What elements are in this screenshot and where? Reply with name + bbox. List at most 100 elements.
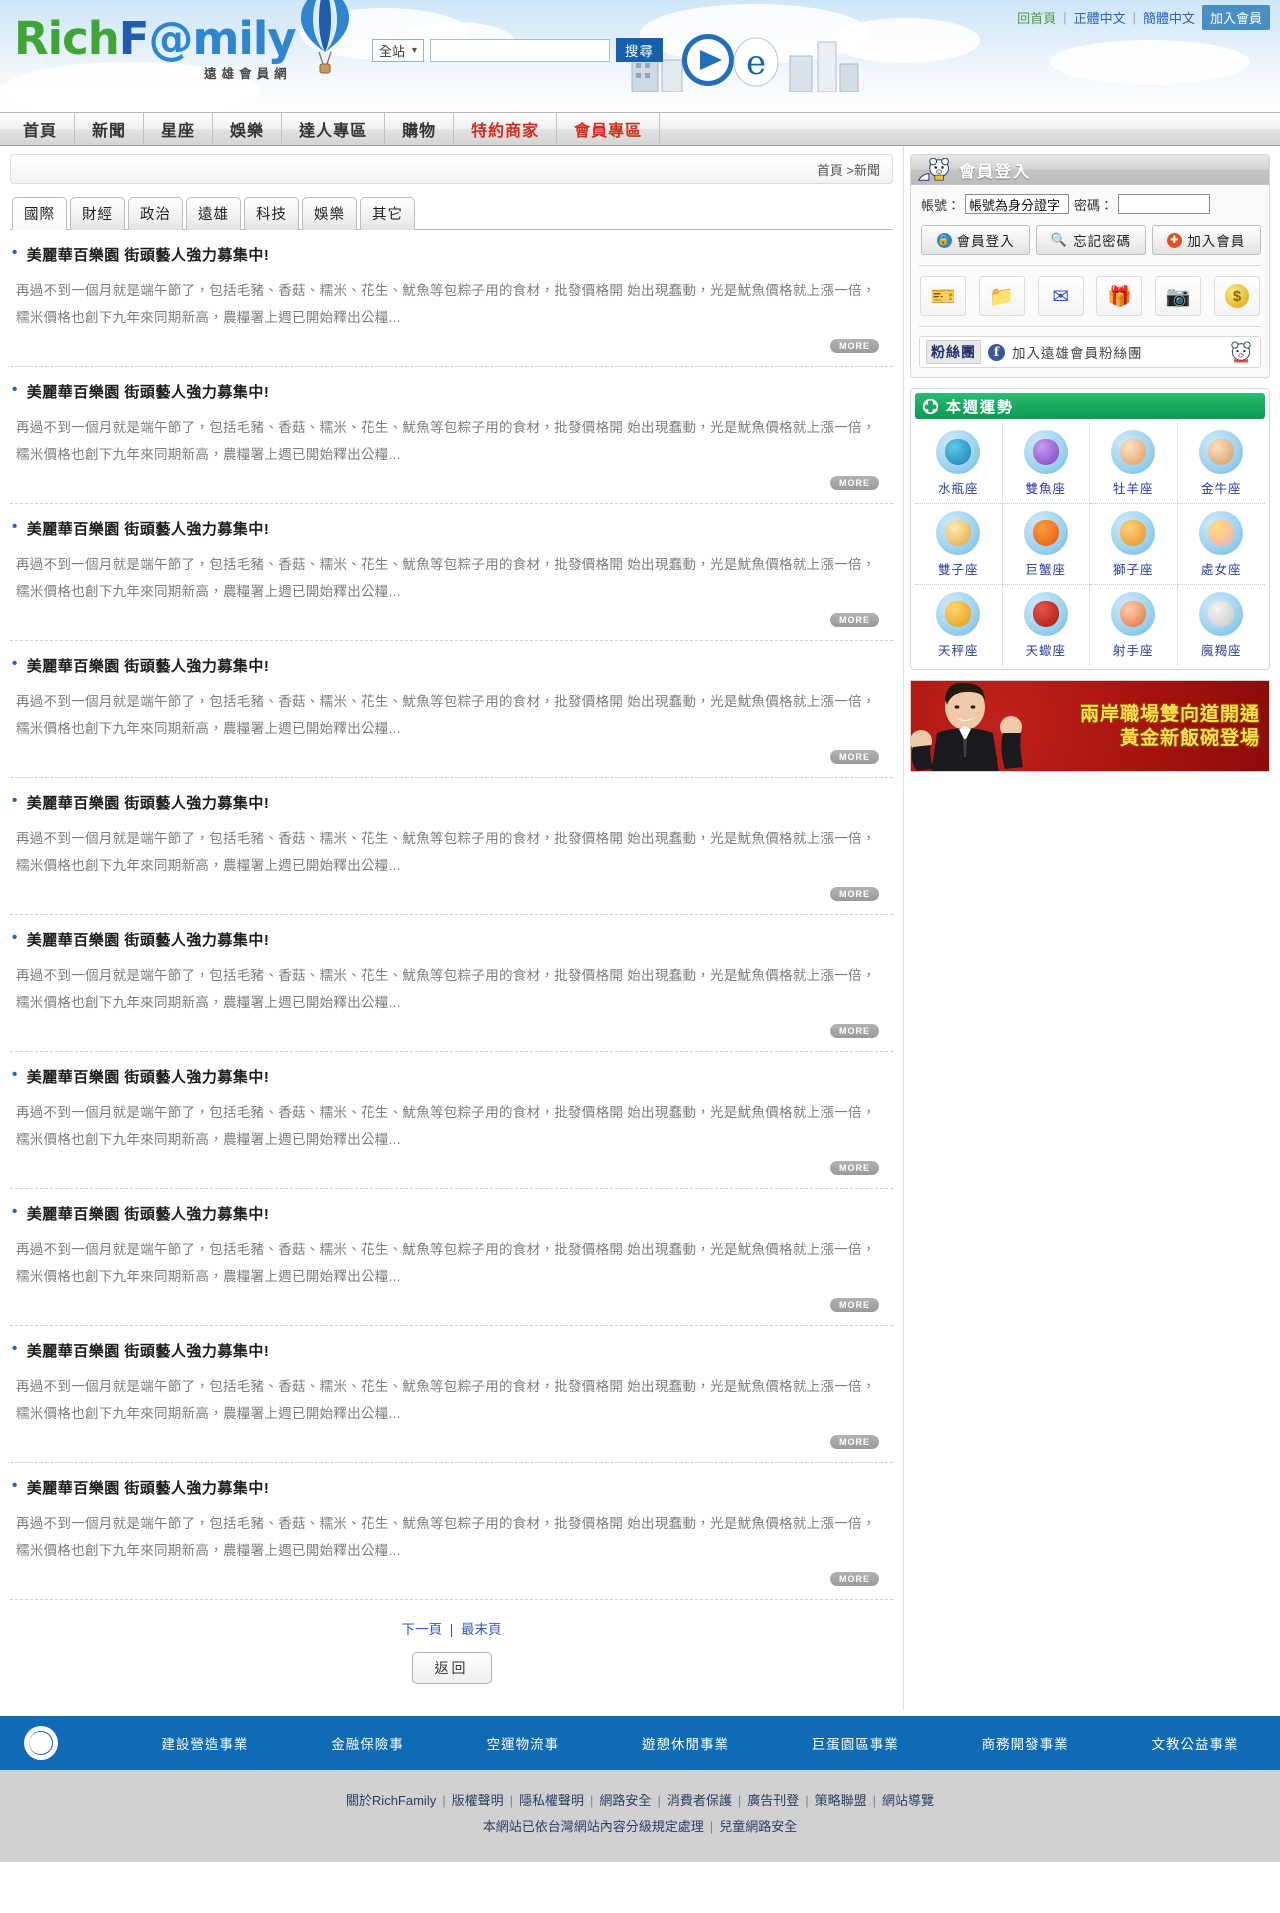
footer-link-3[interactable]: 隱私權聲明	[519, 1793, 584, 1808]
footer-link-5[interactable]: 消費者保護	[667, 1793, 732, 1808]
nav-item-7[interactable]: 特約商家	[454, 113, 558, 145]
tab-5[interactable]: 科技	[244, 197, 299, 230]
news-summary: 再過不到一個月就是端午節了，包括毛豬、香菇、糯米、花生、魷魚等包粽子用的食材，批…	[16, 831, 876, 873]
footer-link-1[interactable]: 關於RichFamily	[346, 1793, 436, 1808]
news-title-link[interactable]: • 美麗華百樂園 街頭藝人強力募集中!	[12, 929, 893, 950]
more-button[interactable]: MORE	[830, 1572, 879, 1586]
coin-icon[interactable]: $	[1213, 276, 1260, 316]
nav-item-3[interactable]: 星座	[144, 113, 214, 145]
horoscope-aquarius[interactable]: 水瓶座	[915, 423, 1003, 504]
horoscope-scorpio[interactable]: 天蠍座	[1003, 585, 1090, 665]
footer-nav-item-5[interactable]: 巨蛋園區事業	[771, 1733, 940, 1753]
envelope-icon[interactable]: ✉	[1037, 276, 1084, 316]
footer-nav-item-2[interactable]: 金融保險事	[290, 1733, 445, 1753]
search-input[interactable]	[429, 38, 610, 62]
bullet-icon: •	[12, 1340, 18, 1357]
chevron-down-icon: ▼	[410, 45, 419, 55]
footer-nav-item-3[interactable]: 空運物流事	[446, 1733, 601, 1753]
camera-icon[interactable]: 📷	[1155, 276, 1202, 316]
aries-icon-shape	[1120, 439, 1147, 465]
search-button[interactable]: 搜尋	[615, 38, 663, 62]
search-scope-select[interactable]: 全站 ▼	[372, 38, 424, 62]
footer-link-8[interactable]: 網站導覽	[882, 1793, 934, 1808]
nav-item-5[interactable]: 達人專區	[282, 113, 386, 145]
news-title-link[interactable]: • 美麗華百樂園 街頭藝人強力募集中!	[12, 655, 893, 676]
news-title-link[interactable]: • 美麗華百樂園 街頭藝人強力募集中!	[12, 792, 893, 813]
footer-nav-item-1[interactable]: 建設營造事業	[120, 1733, 289, 1753]
horoscope-gemini[interactable]: 雙子座	[915, 504, 1003, 585]
nav-item-4[interactable]: 娛樂	[213, 113, 283, 145]
footer-notice-link-1[interactable]: 本網站已依台灣網站內容分級規定處理	[483, 1819, 704, 1834]
account-input[interactable]	[965, 194, 1070, 214]
more-button[interactable]: MORE	[830, 339, 879, 353]
gift-icon[interactable]: 🎁	[1096, 276, 1143, 316]
site-logo[interactable]: RichF@mily 遠雄會員網	[14, 16, 297, 82]
more-button[interactable]: MORE	[830, 476, 879, 490]
news-title-text: 美麗華百樂園 街頭藝人強力募集中!	[26, 1206, 270, 1223]
join-member-button[interactable]: 加入會員	[1201, 5, 1270, 30]
horoscope-sagittarius[interactable]: 射手座	[1090, 585, 1178, 665]
horoscope-aries[interactable]: 牡羊座	[1090, 423, 1178, 504]
footer-nav-item-7[interactable]: 文教公益事業	[1110, 1733, 1279, 1753]
ad-banner[interactable]: 兩岸職場雙向道開通 黃金新飯碗登場	[910, 680, 1270, 772]
scorpio-icon	[1023, 592, 1068, 636]
news-title-link[interactable]: • 美麗華百樂園 街頭藝人強力募集中!	[12, 1477, 893, 1498]
tab-7[interactable]: 其它	[360, 197, 415, 230]
next-page-link[interactable]: 下一頁	[401, 1622, 442, 1637]
nav-item-1[interactable]: 首頁	[6, 113, 76, 145]
aries-icon	[1111, 430, 1156, 474]
news-title-link[interactable]: • 美麗華百樂園 街頭藝人強力募集中!	[12, 1340, 893, 1361]
link-traditional-chinese[interactable]: 正體中文	[1074, 8, 1126, 27]
news-title-link[interactable]: • 美麗華百樂園 街頭藝人強力募集中!	[12, 1066, 893, 1087]
tab-3[interactable]: 政治	[128, 197, 183, 230]
horoscope-libra[interactable]: 天秤座	[915, 585, 1003, 665]
footer-link-6[interactable]: 廣告刊登	[747, 1793, 799, 1808]
nav-item-2[interactable]: 新聞	[75, 113, 145, 145]
fanclub-row[interactable]: 粉絲團 f 加入遠雄會員粉絲團	[919, 336, 1261, 368]
nav-item-6[interactable]: 購物	[385, 113, 455, 145]
tab-1[interactable]: 國際	[12, 197, 67, 230]
news-title-link[interactable]: • 美麗華百樂園 街頭藝人強力募集中!	[12, 244, 893, 265]
last-page-link[interactable]: 最末頁	[461, 1622, 502, 1637]
tab-2[interactable]: 財經	[70, 197, 125, 230]
bullet-icon: •	[12, 381, 18, 398]
footer-link-separator: |	[805, 1793, 809, 1808]
horoscope-label: 巨蟹座	[1025, 563, 1066, 577]
horoscope-taurus[interactable]: 金牛座	[1177, 423, 1265, 504]
tab-4[interactable]: 遠雄	[186, 197, 241, 230]
link-home[interactable]: 回首頁	[1017, 8, 1056, 27]
horoscope-cancer[interactable]: 巨蟹座	[1002, 504, 1090, 585]
folder-mail-icon[interactable]: 📁	[978, 276, 1025, 316]
more-button[interactable]: MORE	[830, 613, 879, 627]
more-button[interactable]: MORE	[830, 1298, 879, 1312]
news-title-link[interactable]: • 美麗華百樂園 街頭藝人強力募集中!	[12, 518, 893, 539]
more-button[interactable]: MORE	[830, 1024, 879, 1038]
nav-item-8[interactable]: 會員專區	[557, 113, 661, 145]
ad-text: 兩岸職場雙向道開通 黃金新飯碗登場	[1080, 703, 1260, 751]
news-title-link[interactable]: • 美麗華百樂園 街頭藝人強力募集中!	[12, 381, 893, 402]
horoscope-leo[interactable]: 獅子座	[1090, 504, 1178, 585]
tab-6[interactable]: 娛樂	[302, 197, 357, 230]
more-button[interactable]: MORE	[830, 750, 879, 764]
main-content-column: 首頁 >新聞 國際 財經 政治 遠雄 科技 娛樂 其它 • 美麗華百樂園 街頭藝人強力募集中!…	[0, 146, 904, 1710]
more-button[interactable]: MORE	[830, 1161, 879, 1175]
footer-link-2[interactable]: 版權聲明	[452, 1793, 504, 1808]
footer-nav-item-4[interactable]: 遊憩休閒事業	[601, 1733, 770, 1753]
footer-nav-item-6[interactable]: 商務開發事業	[941, 1733, 1110, 1753]
more-button[interactable]: MORE	[830, 887, 879, 901]
horoscope-capricorn[interactable]: 魔羯座	[1178, 585, 1266, 665]
register-button[interactable]: ✚ 加入會員	[1151, 225, 1261, 255]
back-button[interactable]: 返回	[411, 1652, 492, 1684]
login-button[interactable]: 🔒 會員登入	[921, 225, 1031, 255]
footer-link-4[interactable]: 網路安全	[599, 1793, 651, 1808]
news-title-link[interactable]: • 美麗華百樂園 街頭藝人強力募集中!	[12, 1203, 893, 1224]
horoscope-virgo[interactable]: 處女座	[1177, 504, 1265, 585]
horoscope-pisces[interactable]: 雙魚座	[1002, 423, 1090, 504]
ticket-icon[interactable]: 🎫	[920, 276, 966, 316]
password-input[interactable]	[1118, 194, 1211, 214]
more-button[interactable]: MORE	[830, 1435, 879, 1449]
footer-link-7[interactable]: 策略聯盟	[815, 1793, 867, 1808]
footer-notice-link-2[interactable]: 兒童網路安全	[719, 1819, 797, 1834]
forgot-password-button[interactable]: 🔍 忘記密碼	[1036, 225, 1146, 255]
link-simplified-chinese[interactable]: 簡體中文	[1143, 8, 1195, 27]
